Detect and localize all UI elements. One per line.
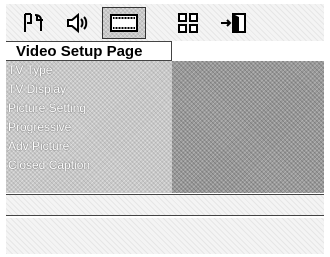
tab-general-setup[interactable]	[12, 7, 56, 39]
menu-item-tv-type[interactable]: TV Type	[6, 61, 172, 80]
menu-item-progressive[interactable]: Progressive	[6, 118, 172, 137]
info-bar	[6, 194, 324, 216]
page-title: Video Setup Page	[6, 41, 172, 61]
menu-item-closed-caption[interactable]: Closed Caption	[6, 156, 172, 175]
tab-exit[interactable]	[212, 7, 256, 39]
film-icon	[110, 14, 138, 32]
tab-preference[interactable]	[166, 7, 210, 39]
tab-audio-setup[interactable]	[56, 7, 100, 39]
speaker-icon	[67, 12, 88, 34]
grid-icon	[178, 13, 198, 33]
menu-item-adv-picture[interactable]: Adv Picture	[6, 137, 172, 156]
submenu-panel	[172, 61, 324, 193]
menu-area: TV Type TV Display Picture Setting Progr…	[6, 61, 324, 193]
exit-door-icon	[221, 13, 246, 33]
tab-bar	[6, 4, 324, 41]
tab-video-setup[interactable]	[102, 7, 146, 39]
status-bar	[6, 218, 324, 254]
menu-item-picture-setting[interactable]: Picture Setting	[6, 99, 172, 118]
menu-item-tv-display[interactable]: TV Display	[6, 80, 172, 99]
menu-list: TV Type TV Display Picture Setting Progr…	[6, 61, 172, 193]
tools-icon	[24, 13, 43, 32]
osd-screen: Video Setup Page TV Type TV Display Pict…	[6, 4, 324, 254]
